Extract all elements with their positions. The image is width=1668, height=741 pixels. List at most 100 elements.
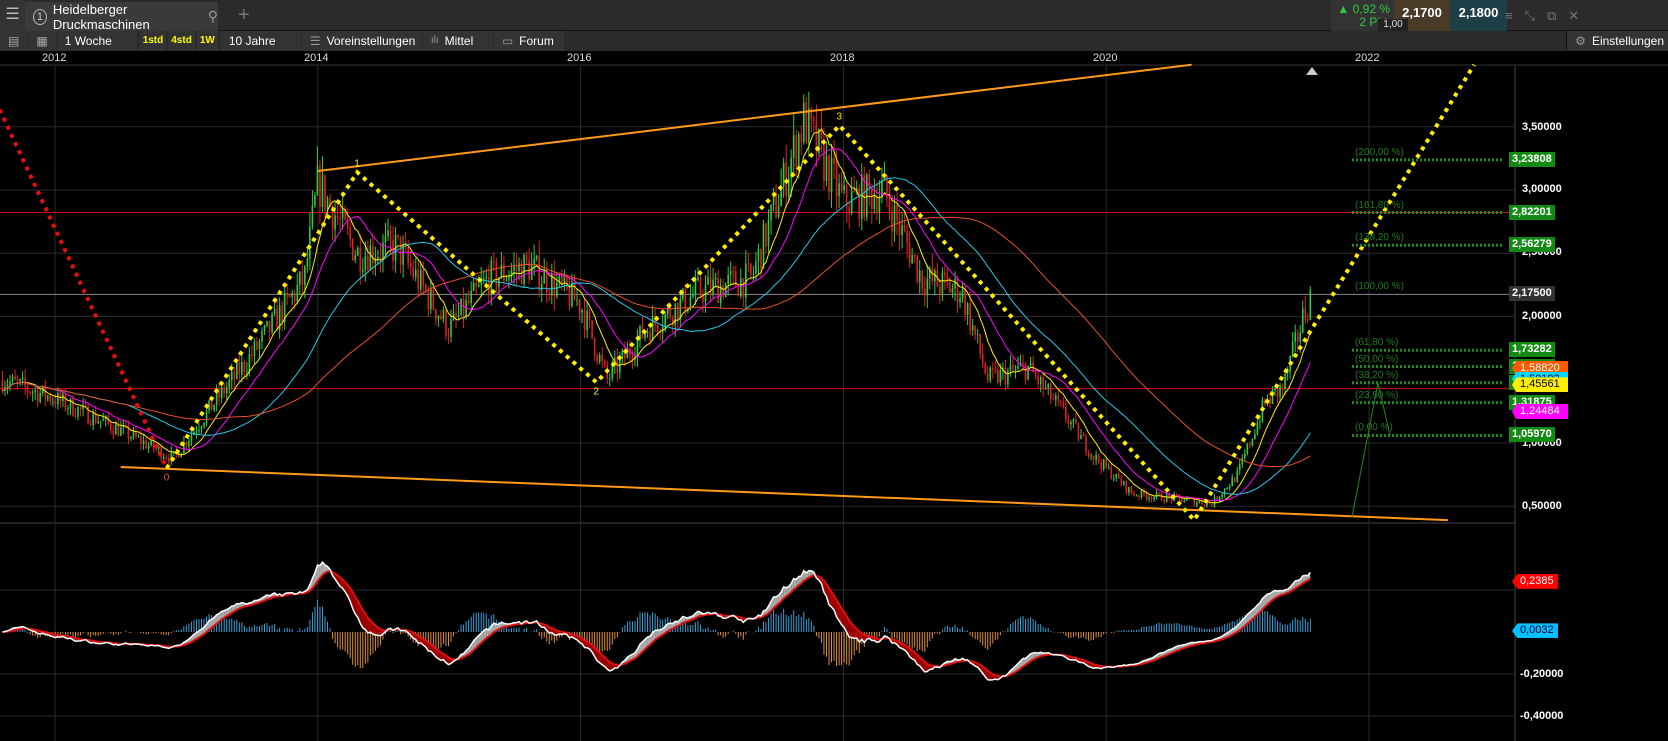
candle-body — [334, 215, 336, 230]
candle-body — [1082, 435, 1085, 437]
candle-body — [1125, 481, 1128, 493]
candle-body — [72, 398, 74, 416]
candle-body — [903, 224, 906, 231]
fib-percent-label: (0,00 %) — [1355, 422, 1393, 434]
wave-label: 2 — [593, 386, 599, 397]
candle-body — [747, 263, 750, 265]
candle-body — [860, 175, 863, 219]
candle-body — [407, 247, 409, 263]
candle-body — [1259, 421, 1261, 423]
fib-value-tag: 1,73282 — [1509, 342, 1555, 358]
candle-body — [397, 234, 399, 237]
candle-body — [896, 204, 898, 221]
fib-value-tag: 1,05970 — [1509, 427, 1555, 443]
candle-body — [150, 439, 152, 446]
candle-body — [54, 401, 57, 405]
candle-body — [79, 407, 82, 410]
candle-body — [1065, 406, 1067, 420]
price-chart[interactable]: 0 1 2 3 — [0, 0, 1668, 741]
candle-body — [835, 164, 838, 197]
candle-body — [651, 315, 654, 341]
candle-body — [916, 255, 918, 282]
candle-body — [162, 457, 165, 459]
candle-body — [233, 371, 236, 379]
candle-body — [986, 373, 989, 381]
candle-body — [931, 268, 934, 282]
candle-body — [47, 395, 49, 399]
candle-body — [548, 292, 551, 296]
candle-body — [19, 379, 21, 382]
fib-percent-label: (138,20 %) — [1355, 232, 1404, 244]
candle-body — [261, 331, 263, 342]
candle-body — [808, 108, 810, 143]
candle-body — [951, 288, 954, 293]
candle-body — [356, 247, 359, 256]
candle-body — [321, 175, 324, 207]
candle-body — [901, 224, 903, 235]
candle-body — [387, 230, 389, 237]
candle-body — [752, 273, 755, 275]
indicator-axis-label: -0,20000 — [1520, 668, 1564, 680]
candle-body — [1158, 492, 1160, 494]
candle-body — [1304, 308, 1307, 320]
candle-body — [306, 259, 309, 267]
candle-body — [495, 261, 498, 287]
candle-body — [6, 385, 9, 388]
candle-body — [591, 320, 593, 339]
candle-body — [825, 155, 828, 182]
candle-body — [767, 219, 770, 247]
candle-body — [409, 262, 412, 268]
fib-value-tag: 2,82201 — [1509, 204, 1555, 220]
candle-body — [792, 135, 795, 159]
candle-body — [712, 279, 714, 294]
candle-body — [1024, 363, 1027, 380]
candle-body — [603, 360, 606, 365]
candle-body — [891, 211, 893, 232]
candle-body — [1012, 365, 1014, 370]
candle-body — [21, 377, 24, 380]
candle-body — [1284, 373, 1286, 389]
candle-body — [256, 341, 258, 350]
candle-body — [167, 458, 170, 462]
candle-body — [707, 277, 709, 285]
candle-body — [828, 155, 830, 193]
candle-body — [976, 334, 979, 336]
candle-body — [878, 196, 881, 213]
candle-body — [336, 215, 339, 219]
candle-body — [117, 424, 120, 436]
candle-body — [1062, 402, 1065, 407]
candle-body — [470, 290, 472, 304]
candle-body — [1034, 372, 1037, 377]
candle-body — [253, 341, 256, 357]
candle-body — [755, 261, 757, 274]
candle-body — [432, 288, 435, 310]
candle-body — [1017, 365, 1019, 369]
candle-body — [770, 204, 772, 220]
candle-body — [518, 263, 520, 271]
candle-body — [248, 354, 251, 372]
candle-body — [1236, 470, 1239, 483]
candle-body — [1022, 363, 1024, 365]
candle-body — [813, 118, 815, 122]
candle-body — [1181, 498, 1183, 502]
candle-body — [850, 191, 853, 214]
candle-body — [1256, 422, 1259, 435]
candle-body — [1100, 462, 1102, 470]
candle-body — [223, 387, 225, 394]
candle-body — [1009, 365, 1012, 371]
fib-percent-label: (200,00 %) — [1355, 146, 1404, 158]
candle-body — [427, 290, 430, 309]
candle-body — [1198, 501, 1201, 503]
candle-body — [941, 272, 944, 294]
candle-body — [304, 266, 306, 286]
candle-body — [359, 247, 362, 272]
candle-body — [1145, 494, 1148, 500]
candle-body — [1102, 459, 1105, 470]
candle-body — [1296, 332, 1299, 342]
candle-body — [1080, 435, 1082, 440]
candle-body — [165, 457, 168, 459]
candle-body — [112, 430, 115, 435]
candle-body — [1216, 496, 1218, 501]
candle-body — [1037, 376, 1039, 384]
ma-magenta-line — [2, 148, 1311, 502]
